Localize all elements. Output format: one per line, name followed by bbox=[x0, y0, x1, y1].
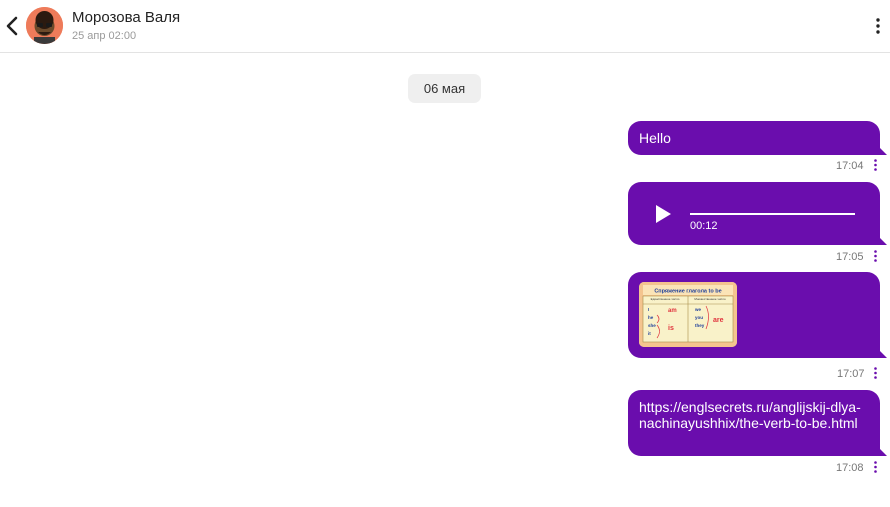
kebab-menu-icon bbox=[873, 461, 877, 473]
image-pronoun: they bbox=[695, 323, 705, 328]
image-content: Спряжение глагола to be Единственное чис… bbox=[639, 282, 737, 347]
image-table-header: Единственное число bbox=[651, 297, 680, 301]
play-icon bbox=[656, 205, 671, 223]
message-time: 17:04 bbox=[836, 160, 864, 172]
message-bubble-image: Спряжение глагола to be Единственное чис… bbox=[628, 272, 887, 358]
last-seen: 25 апр 02:00 bbox=[72, 30, 137, 42]
kebab-menu-icon bbox=[873, 159, 877, 171]
message-bubble-link: https://englsecrets.ru/anglijskij-dlya-n… bbox=[628, 390, 887, 456]
image-pronoun: we bbox=[694, 307, 702, 312]
image-verb: are bbox=[713, 317, 724, 324]
message-link[interactable]: https://englsecrets.ru/anglijskij-dlya-n… bbox=[639, 399, 864, 431]
image-pronoun: you bbox=[695, 315, 703, 320]
back-button[interactable] bbox=[4, 14, 20, 38]
message-bubble-text[interactable]: Hello bbox=[628, 121, 887, 155]
image-verb: is bbox=[668, 325, 674, 332]
audio-duration: 00:12 bbox=[690, 220, 718, 232]
kebab-menu-icon bbox=[873, 250, 877, 262]
image-pronoun: I bbox=[648, 307, 649, 312]
message-menu-button[interactable] bbox=[871, 249, 879, 263]
image-verb: am bbox=[668, 308, 677, 314]
kebab-menu-icon bbox=[876, 18, 880, 34]
message-time: 17:05 bbox=[836, 251, 864, 263]
image-pronoun: he bbox=[648, 315, 654, 320]
chat-header: Морозова Валя 25 апр 02:00 bbox=[0, 0, 890, 53]
chevron-left-icon bbox=[6, 16, 18, 36]
image-pronoun: she bbox=[648, 323, 656, 328]
message-menu-button[interactable] bbox=[871, 460, 879, 474]
message-menu-button[interactable] bbox=[871, 158, 879, 172]
avatar-image bbox=[26, 7, 63, 44]
kebab-menu-icon bbox=[873, 367, 877, 379]
image-thumbnail[interactable]: Спряжение глагола to be Единственное чис… bbox=[639, 282, 737, 347]
image-title: Спряжение глагола to be bbox=[654, 289, 721, 295]
play-button[interactable] bbox=[654, 204, 672, 224]
message-menu-button[interactable] bbox=[871, 366, 879, 380]
message-time: 17:07 bbox=[837, 368, 865, 380]
chat-menu-button[interactable] bbox=[872, 16, 884, 36]
message-time: 17:08 bbox=[836, 462, 864, 474]
message-bubble-audio: 00:12 bbox=[628, 182, 887, 245]
message-text: Hello bbox=[639, 130, 671, 146]
audio-progress-bar[interactable] bbox=[690, 213, 855, 215]
image-table-header: Множественное число bbox=[694, 297, 726, 301]
date-separator: 06 мая bbox=[408, 74, 481, 103]
avatar[interactable] bbox=[26, 7, 63, 44]
contact-name: Морозова Валя bbox=[72, 9, 181, 26]
